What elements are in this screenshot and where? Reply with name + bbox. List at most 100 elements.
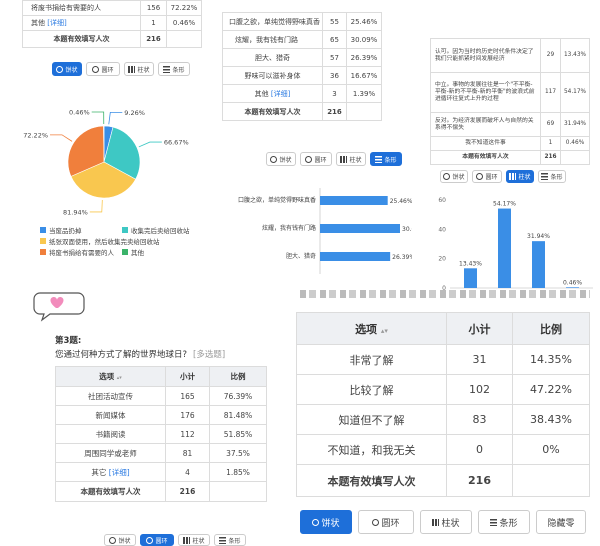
pie-button[interactable]: 饼状	[266, 152, 296, 166]
hbar-button[interactable]: 条形	[370, 152, 402, 166]
total-label: 本题有效填写人次	[222, 102, 323, 121]
legend-item: 收集完后卖给回收站	[122, 225, 190, 235]
bar-button[interactable]: 柱状	[124, 62, 154, 76]
pie-slice-label: 9.26%	[124, 109, 145, 117]
header-option: 选项 ▴▾	[296, 312, 447, 345]
hbar-label: 条形	[499, 518, 518, 529]
ring-button[interactable]: 圆环	[86, 62, 120, 76]
hbar-bar	[320, 224, 400, 233]
chart-type-buttons-c: 饼状 圆环 柱状 条形	[440, 170, 566, 183]
bar-label: 柱状	[441, 518, 460, 529]
legend-label: 将废书捐给有需要的人	[49, 249, 114, 257]
bar-chart-icon	[340, 155, 348, 163]
option-cell: 其它 [详细]	[55, 462, 166, 482]
bar-chart-icon	[432, 518, 440, 526]
hbar-chart-icon	[490, 518, 498, 526]
empty-cell	[166, 30, 202, 48]
ring-button[interactable]: 圆环	[300, 152, 332, 166]
pct-cell: 72.22%	[166, 0, 202, 16]
option-label: 其它	[91, 467, 107, 477]
pct-cell: 76.39%	[209, 386, 267, 406]
pie-label: 饼状	[279, 156, 292, 164]
sort-icon[interactable]: ▴▾	[117, 375, 122, 381]
pie-button[interactable]: 饼状	[104, 534, 136, 546]
hbar-label: 条形	[550, 174, 563, 181]
sort-icon[interactable]: ▴▾	[381, 327, 388, 335]
hbar-button[interactable]: 条形	[478, 510, 530, 534]
bar-label: 柱状	[349, 156, 362, 164]
table-row: 反对。为经济发展而破坏人与自然的关系得不偿失 69 31.94%	[430, 112, 590, 137]
bar-button[interactable]: 柱状	[336, 152, 366, 166]
chart-type-buttons-e: 饼状 圆环 柱状 条形	[104, 534, 246, 546]
detail-link[interactable]: [详细]	[47, 19, 66, 27]
table-row: 新闻媒体 176 81.48%	[55, 405, 267, 425]
bar-button[interactable]: 柱状	[178, 534, 210, 546]
table-row: 比较了解 102 47.22%	[296, 374, 590, 405]
pie-button[interactable]: 饼状	[52, 62, 82, 76]
pie-button[interactable]: 饼状	[440, 170, 468, 183]
hbar-chart-icon	[541, 173, 549, 180]
y-tick-label: 60	[438, 197, 446, 204]
hbar-button[interactable]: 条形	[538, 170, 566, 183]
total-label: 本题有效填写人次	[430, 150, 541, 165]
hbar-button[interactable]: 条形	[158, 62, 190, 76]
table-row: 中立。事物的发展往往是一个"不平衡-平衡-新的不平衡-新的平衡"的波浪式前进循环…	[430, 72, 590, 113]
option-cell: 周围同学或老师	[55, 443, 166, 463]
bar-value-label: 31.94%	[527, 233, 550, 240]
hbar-category-label: 胆大、猎奇	[286, 252, 316, 260]
hbar-bar	[320, 196, 388, 205]
table-row: 书籍阅读 112 51.85%	[55, 424, 267, 444]
option-cell: 其他 [详细]	[22, 15, 141, 31]
count-cell: 65	[322, 30, 347, 49]
count-cell: 1	[140, 15, 167, 31]
bar-button[interactable]: 柱状	[506, 170, 534, 183]
option-cell: 认可。因为当时的历史时代条件决定了我们只能抓紧时间发展经济	[430, 38, 541, 73]
empty-cell	[512, 464, 590, 497]
pct-cell: 81.48%	[209, 405, 267, 425]
pie-button[interactable]: 饼状	[300, 510, 352, 534]
total-value: 216	[540, 150, 561, 165]
ring-button[interactable]: 圆环	[472, 170, 502, 183]
bar-button[interactable]: 柱状	[420, 510, 472, 534]
pct-cell: 26.39%	[346, 48, 382, 67]
hide-zero-button[interactable]: 隐藏零	[536, 510, 586, 534]
count-cell: 29	[540, 38, 561, 73]
count-cell: 4	[165, 462, 210, 482]
pie-slice-label: 66.67%	[164, 139, 189, 147]
ring-button[interactable]: 圆环	[358, 510, 414, 534]
table-a: 将废书捐给有需要的人 156 72.22% 其他 [详细] 1 0.46% 本题…	[22, 0, 202, 48]
header-count: 小计	[446, 312, 513, 345]
table-row: 其他 [详细] 3 1.39%	[222, 84, 382, 103]
pie-leader-line	[89, 199, 103, 213]
bar	[566, 287, 579, 288]
bar-chart-icon	[128, 65, 136, 73]
table-row: 口腹之欲，单纯觉得野味真香 55 25.46%	[222, 12, 382, 31]
pct-cell: 38.43%	[512, 404, 590, 435]
pie-chart-a: 9.26% 66.67% 81.94% 72.22% 0.46%	[23, 109, 189, 217]
empty-cell	[346, 102, 382, 121]
hbar-chart-b: 口腹之欲，单纯觉得野味真香 25.46% 炫耀，我有钱有门路 30.09% 胆大、猎奇 2…	[238, 188, 412, 274]
legend-label: 收集完后卖给回收站	[131, 227, 190, 235]
legend-item: 当废品扔掉	[40, 225, 114, 235]
option-cell: 反对。为经济发展而破坏人与自然的关系得不偿失	[430, 112, 541, 137]
total-label: 本题有效填写人次	[296, 464, 447, 497]
chart-type-buttons-a: 饼状 圆环 柱状 条形	[52, 62, 190, 76]
option-cell: 知道但不了解	[296, 404, 447, 435]
table-row: 将废书捐给有需要的人 156 72.22%	[22, 0, 202, 16]
total-row: 本题有效填写人次 216	[22, 30, 202, 48]
card-e: 第3题: 您通过何种方式了解的世界地球日? [多选题] 选项 ▴▾ 小计 比例 社…	[55, 334, 270, 502]
ring-icon	[92, 65, 100, 73]
option-cell: 口腹之欲，单纯觉得野味真香	[222, 12, 323, 31]
bar-label: 柱状	[137, 66, 150, 74]
pie-icon	[270, 155, 278, 163]
total-row: 本题有效填写人次 216	[296, 464, 590, 497]
pie-slice-label: 81.94%	[63, 208, 88, 216]
table-e: 选项 ▴▾ 小计 比例 社团活动宣传 165 76.39% 新闻媒体 176 8…	[55, 366, 267, 502]
detail-link[interactable]: [详细]	[109, 468, 130, 477]
total-value: 216	[140, 30, 167, 48]
detail-link[interactable]: [详细]	[271, 90, 290, 98]
ring-label: 圆环	[155, 537, 168, 545]
ring-button[interactable]: 圆环	[140, 534, 174, 546]
card-f: 选项 ▴▾ 小计 比例 非常了解 31 14.35% 比较了解 102 47.2…	[296, 312, 590, 497]
hbar-button[interactable]: 条形	[214, 534, 246, 546]
